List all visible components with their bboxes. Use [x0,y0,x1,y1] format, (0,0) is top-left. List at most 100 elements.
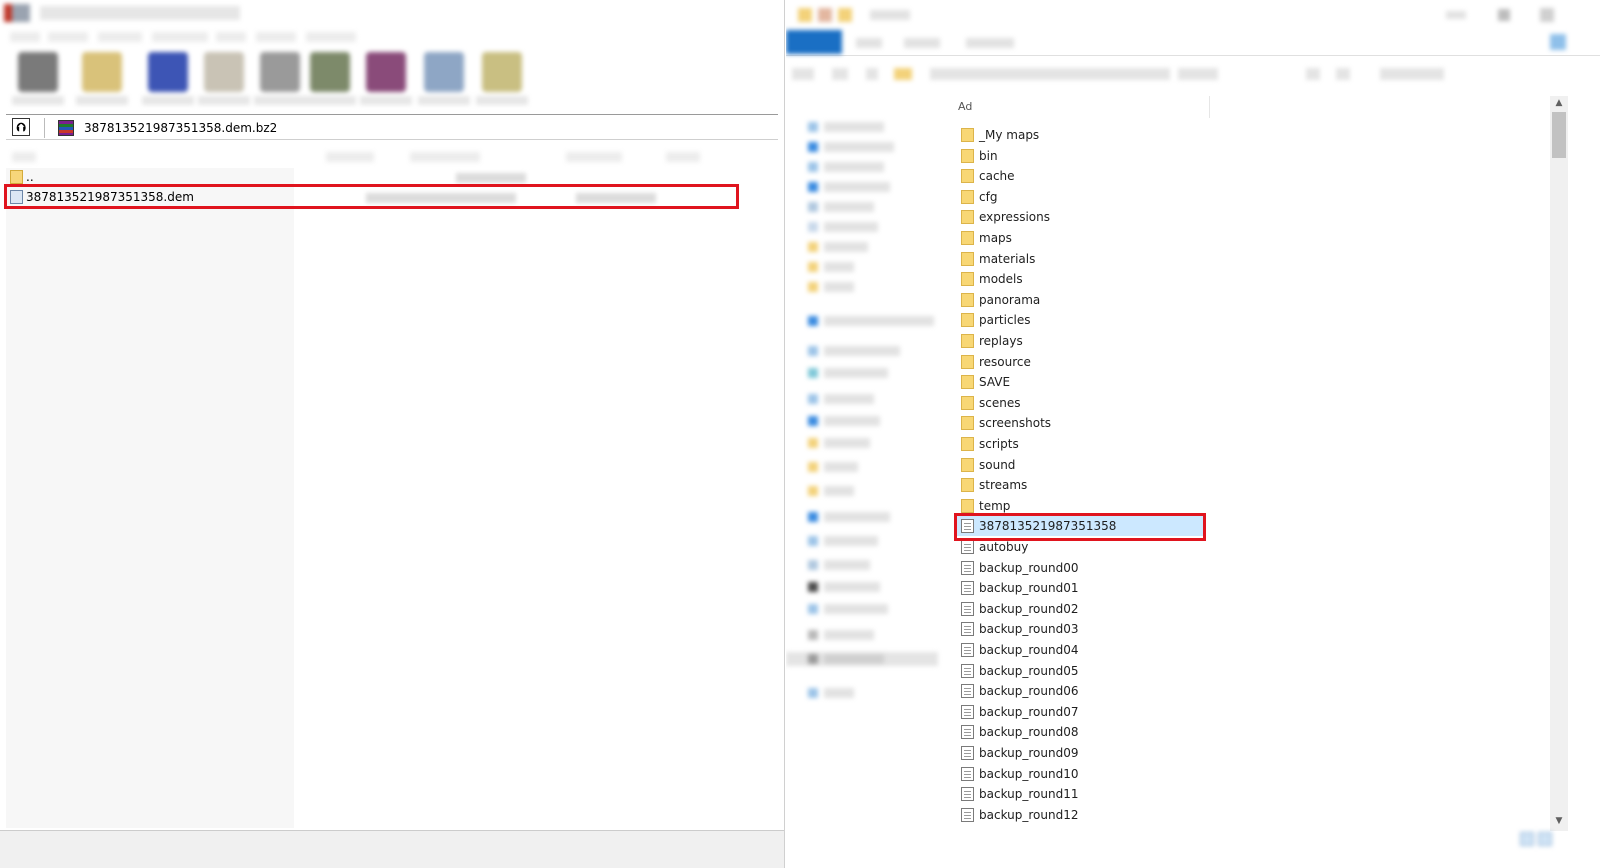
toolbar-button-8[interactable] [414,48,472,108]
toolbar-button-2[interactable] [72,48,130,108]
nav-item[interactable] [808,436,938,450]
nav-item[interactable] [808,314,938,328]
list-item-folder[interactable]: replays [956,331,1206,351]
list-item-file[interactable]: backup_round12 [956,805,1206,825]
list-item-folder[interactable]: streams [956,475,1206,495]
toolbar-button-1[interactable] [8,48,66,108]
explorer-ribbon [786,30,1600,56]
folder-icon [961,375,974,390]
list-item-file[interactable]: backup_round08 [956,722,1206,742]
item-name: maps [979,231,1012,245]
archive-menubar[interactable] [0,28,784,46]
nav-item[interactable] [808,628,938,642]
scroll-up-icon[interactable]: ▲ [1553,98,1565,108]
list-item-file[interactable]: backup_round07 [956,702,1206,722]
nav-item[interactable] [808,160,938,174]
list-item-folder[interactable]: SAVE [956,372,1206,392]
nav-item[interactable] [808,484,938,498]
scroll-thumb[interactable] [1552,112,1566,158]
rar-archive-icon [58,120,74,136]
list-item-file[interactable]: backup_round05 [956,661,1206,681]
list-item-folder[interactable]: panorama [956,290,1206,310]
text-file-icon [961,787,974,802]
nav-item[interactable] [808,580,938,594]
list-item-folder[interactable]: resource [956,352,1206,372]
list-item-folder[interactable]: scenes [956,393,1206,413]
list-item-folder[interactable]: materials [956,249,1206,269]
nav-item[interactable] [808,220,938,234]
folder-icon [961,313,974,328]
nav-item[interactable] [808,460,938,474]
list-item-file[interactable]: backup_round02 [956,599,1206,619]
up-folder-icon[interactable]: ⮉ [12,118,30,136]
nav-item[interactable] [808,686,938,700]
item-name: cache [979,169,1015,184]
list-item-folder[interactable]: sound [956,455,1206,475]
nav-item[interactable] [808,280,938,294]
nav-item[interactable] [808,200,938,214]
list-item-file[interactable]: backup_round06 [956,681,1206,701]
toolbar-button-3[interactable] [138,48,196,108]
list-item-folder[interactable]: cache [956,166,1206,186]
vertical-scrollbar[interactable]: ▲ ▼ [1550,96,1568,831]
nav-item[interactable] [808,344,938,358]
list-item-folder[interactable]: _My maps [956,125,1206,145]
list-item-file[interactable]: backup_round00 [956,558,1206,578]
folder-icon [961,128,974,142]
folder-icon [961,498,974,513]
folder-icon [961,251,974,266]
list-item-folder[interactable]: bin [956,146,1206,166]
toolbar-button-9[interactable] [472,48,530,108]
folder-icon [961,334,974,348]
text-file-icon [961,684,974,699]
nav-item[interactable] [808,534,938,548]
highlight-box-extracted-file [954,513,1206,541]
folder-icon [961,272,974,287]
list-item-file[interactable]: backup_round11 [956,784,1206,804]
toolbar-button-7[interactable] [356,48,414,108]
list-item-folder[interactable]: screenshots [956,413,1206,433]
ribbon-file-tab[interactable] [786,30,842,54]
text-file-icon [961,704,974,719]
list-item-file[interactable]: backup_round10 [956,764,1206,784]
nav-item[interactable] [808,392,938,406]
list-item-folder[interactable]: particles [956,310,1206,330]
folder-icon [961,169,974,184]
nav-item[interactable] [808,120,938,134]
list-item-file[interactable]: backup_round04 [956,640,1206,660]
list-item-file[interactable]: backup_round09 [956,743,1206,763]
nav-item[interactable] [808,602,938,616]
nav-item[interactable] [808,414,938,428]
nav-item[interactable] [808,180,938,194]
list-item-folder[interactable]: scripts [956,434,1206,454]
list-item-folder[interactable]: cfg [956,187,1206,207]
nav-item[interactable] [808,558,938,572]
nav-item-selected[interactable] [786,652,938,666]
list-item-file[interactable]: backup_round03 [956,619,1206,639]
list-item-folder[interactable]: expressions [956,207,1206,227]
list-item-file[interactable]: backup_round01 [956,578,1206,598]
text-file-icon [961,601,974,616]
nav-item[interactable] [808,240,938,254]
text-file-icon [961,807,974,822]
archive-list-header[interactable] [6,146,746,168]
archive-file-list: .. 387813521987351358.dem [6,168,778,828]
name-column-header[interactable]: Ad [956,96,1210,118]
explorer-address-bar[interactable] [786,58,1600,88]
toolbar-button-6[interactable] [300,48,358,108]
scroll-down-icon[interactable]: ▼ [1553,816,1565,826]
nav-item[interactable] [808,140,938,154]
toolbar-button-4[interactable] [194,48,252,108]
archive-address-bar[interactable]: ⮉ 387813521987351358.dem.bz2 [6,114,778,140]
nav-item[interactable] [808,260,938,274]
list-item-folder[interactable]: models [956,269,1206,289]
view-mode-buttons[interactable] [1516,830,1556,850]
item-name: SAVE [979,375,1011,390]
address-separator [44,118,45,138]
list-item-folder[interactable]: maps [956,228,1206,248]
item-name: scripts [979,437,1019,451]
item-name: autobuy [979,540,1029,554]
nav-item[interactable] [808,510,938,524]
folder-icon [961,354,974,369]
nav-item[interactable] [808,366,938,380]
